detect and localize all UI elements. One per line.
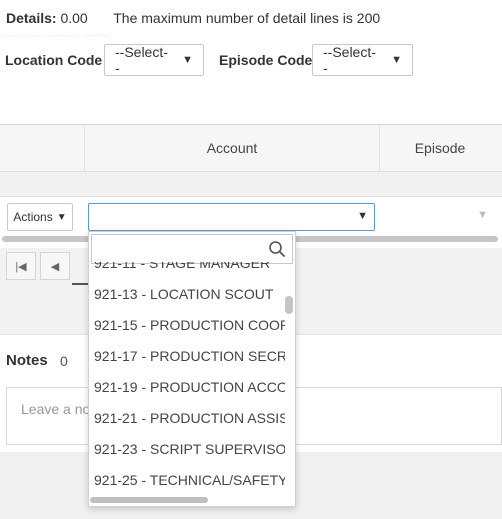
actions-button[interactable]: Actions ▼ [7, 203, 73, 231]
actions-label: Actions [13, 210, 53, 224]
episode-code-label: Episode Code [219, 52, 313, 68]
grid-filter-row [0, 172, 502, 197]
grid-header: Account Episode [0, 125, 502, 172]
caret-down-icon: ▼ [56, 211, 67, 223]
list-item[interactable]: 921-23 - SCRIPT SUPERVISOR [89, 434, 285, 465]
caret-down-icon: ▼ [357, 210, 368, 222]
pager-indicator [72, 283, 88, 285]
first-page-button[interactable]: |◀ [6, 252, 36, 280]
account-select[interactable]: ▼ [88, 203, 375, 231]
details-label: Details: [6, 10, 57, 26]
first-page-icon: |◀ [15, 260, 27, 273]
list-item[interactable]: 921-21 - PRODUCTION ASSIS [89, 403, 285, 434]
notes-count: 0 [60, 353, 68, 369]
list-item[interactable]: 921-19 - PRODUCTION ACCO [89, 372, 285, 403]
account-dropdown: 921-11 - STAGE MANAGER 921-13 - LOCATION… [88, 231, 296, 507]
location-code-label: Location Code [5, 52, 103, 68]
dropdown-search-input[interactable] [91, 234, 293, 264]
list-item[interactable]: 921-11 - STAGE MANAGER [89, 262, 285, 279]
prev-page-button[interactable]: ◀ [40, 252, 70, 280]
dropdown-vertical-scrollbar[interactable] [285, 296, 293, 314]
details-value: 0.00 [60, 10, 88, 26]
location-code-value: --Select-- [115, 44, 168, 76]
list-item[interactable]: 921-25 - TECHNICAL/SAFETY [89, 465, 285, 496]
details-max-note: The maximum number of detail lines is 20… [113, 10, 381, 26]
caret-down-icon: ▼ [182, 54, 193, 66]
column-header-account[interactable]: Account [85, 125, 379, 171]
details-summary: Details: 0.00 The maximum number of deta… [6, 10, 380, 26]
prev-page-icon: ◀ [50, 260, 60, 273]
location-code-select[interactable]: --Select-- ▼ [104, 44, 204, 76]
caret-down-icon: ▼ [391, 54, 402, 66]
episode-select[interactable]: ▼ [384, 203, 500, 231]
episode-code-value: --Select-- [323, 44, 376, 76]
ghost-text: ······ ······ ······· ·· ········ [2, 30, 110, 41]
notes-title: Notes [6, 352, 48, 369]
list-item[interactable]: 921-17 - PRODUCTION SECRE [89, 341, 285, 372]
notes-placeholder: Leave a no [21, 401, 91, 417]
column-header-episode[interactable]: Episode [380, 125, 500, 171]
list-item[interactable]: 921-13 - LOCATION SCOUT [89, 279, 285, 310]
search-icon [269, 241, 285, 257]
dropdown-list: 921-11 - STAGE MANAGER 921-13 - LOCATION… [89, 262, 285, 506]
caret-down-icon: ▼ [477, 209, 488, 221]
list-item[interactable]: 921-15 - PRODUCTION COOR [89, 310, 285, 341]
episode-code-select[interactable]: --Select-- ▼ [312, 44, 413, 76]
dropdown-horizontal-scrollbar[interactable] [90, 497, 208, 503]
